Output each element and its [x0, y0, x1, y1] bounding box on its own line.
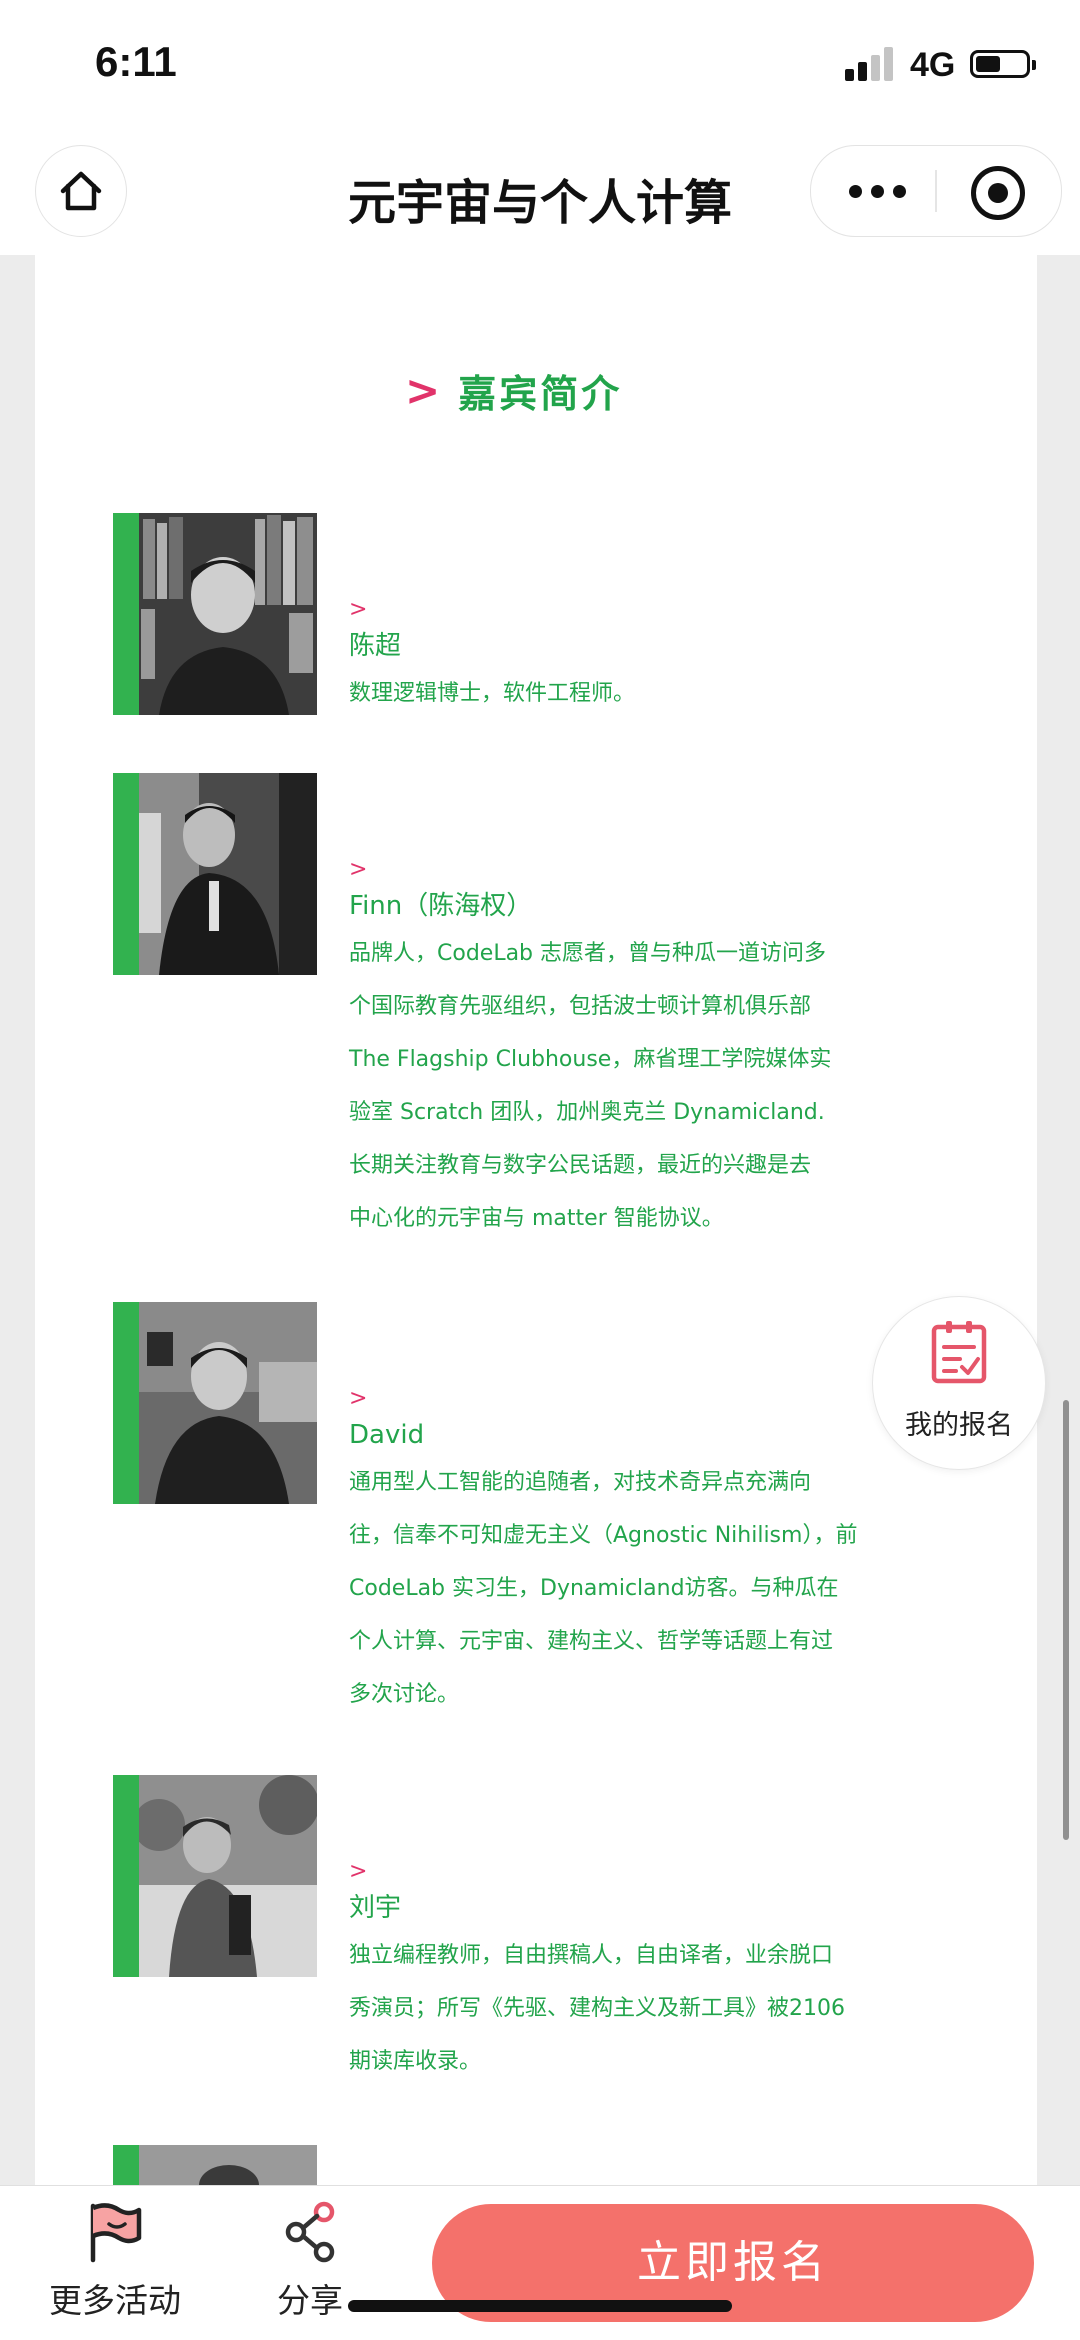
- heading-text: 嘉宾简介: [458, 372, 623, 416]
- guest-info: > 陈超 数理逻辑博士，软件工程师。: [349, 599, 989, 720]
- desc-line: 独立编程教师，自由撰稿人，自由译者，业余脱口: [349, 1943, 834, 1968]
- accent-bar: [113, 773, 139, 975]
- home-indicator: [348, 2300, 732, 2312]
- guest-arrow: >: [349, 597, 368, 622]
- accent-bar: [113, 2145, 139, 2185]
- guest-photo: [139, 1775, 317, 1977]
- status-time: 6:11: [95, 38, 177, 85]
- desc-line: 个人计算、元宇宙、建构主义、哲学等话题上有过: [349, 1629, 834, 1654]
- share-label: 分享: [277, 2281, 343, 2320]
- more-activities-label: 更多活动: [49, 2281, 181, 2320]
- guest-info: > 刘宇 独立编程教师，自由撰稿人，自由译者，业余脱口 秀演员；所写《先驱、建构…: [349, 1861, 989, 2088]
- battery-icon: [970, 50, 1036, 78]
- share-button[interactable]: 分享: [260, 2200, 360, 2322]
- section-heading: > 嘉宾简介: [405, 363, 622, 418]
- bottom-bar: 更多活动 分享 立即报名: [0, 2185, 1080, 2340]
- desc-line: 秀演员；所写《先驱、建构主义及新工具》被2106: [349, 1996, 845, 2021]
- clipboard-check-icon: [931, 1321, 987, 1384]
- guest-photo: [139, 2145, 317, 2185]
- guest-description: 通用型人工智能的追随者，对技术奇异点充满向 往，信奉不可知虚无主义（Agnost…: [349, 1456, 989, 1721]
- guest-photo: [139, 773, 317, 975]
- guest-photo: [139, 513, 317, 715]
- accent-bar: [113, 513, 139, 715]
- guest-arrow: >: [349, 857, 368, 882]
- desc-line: 数理逻辑博士，软件工程师。: [349, 681, 636, 706]
- desc-line: 期读库收录。: [349, 2049, 482, 2074]
- accent-bar: [113, 1302, 139, 1504]
- flag-icon: [90, 2203, 142, 2263]
- guest-name: 刘宇: [349, 1893, 402, 1923]
- more-options-button[interactable]: [849, 171, 929, 211]
- more-activities-button[interactable]: 更多活动: [40, 2200, 190, 2322]
- guest-info: > Finn（陈海权） 品牌人，CodeLab 志愿者，曾与种瓜一道访问多 个国…: [349, 859, 989, 1245]
- signal-icon: [845, 47, 897, 81]
- guest-description: 品牌人，CodeLab 志愿者，曾与种瓜一道访问多 个国际教育先驱组织，包括波士…: [349, 927, 989, 1245]
- accent-bar: [113, 1775, 139, 1977]
- desc-line: 长期关注教育与数字公民话题，最近的兴趣是去: [349, 1153, 812, 1178]
- close-miniprogram-button[interactable]: [971, 166, 1025, 220]
- desc-line: 个国际教育先驱组织，包括波士顿计算机俱乐部: [349, 994, 812, 1019]
- guest-name: Finn（陈海权）: [349, 891, 533, 921]
- guest-description: 独立编程教师，自由撰稿人，自由译者，业余脱口 秀演员；所写《先驱、建构主义及新工…: [349, 1929, 989, 2088]
- my-registration-button[interactable]: 我的报名: [872, 1296, 1046, 1470]
- desc-line: 往，信奉不可知虚无主义（Agnostic Nihilism），前: [349, 1523, 858, 1548]
- desc-line: 品牌人，CodeLab 志愿者，曾与种瓜一道访问多: [349, 941, 827, 966]
- content-card: > 嘉宾简介 > 陈超 数理逻辑博士，软件工程师。 > Finn（陈海权） 品牌…: [35, 255, 1037, 2185]
- capsule-divider: [935, 170, 937, 212]
- guest-photo: [139, 1302, 317, 1504]
- desc-line: 通用型人工智能的追随者，对技术奇异点充满向: [349, 1470, 812, 1495]
- desc-line: The Flagship Clubhouse，麻省理工学院媒体实: [349, 1047, 832, 1072]
- status-bar: 6:11 4G: [0, 0, 1080, 130]
- guest-description: 数理逻辑博士，软件工程师。: [349, 667, 989, 720]
- guest-name: 陈超: [349, 631, 402, 661]
- menu-capsule: [810, 145, 1062, 237]
- desc-line: 验室 Scratch 团队，加州奥克兰 Dynamicland.: [349, 1100, 825, 1125]
- scrollbar[interactable]: [1063, 1400, 1069, 1840]
- guest-arrow: >: [349, 1859, 368, 1884]
- heading-arrow: >: [405, 366, 441, 415]
- nav-bar: 元宇宙与个人计算: [0, 130, 1080, 255]
- desc-line: CodeLab 实习生，Dynamicland访客。与种瓜在: [349, 1576, 839, 1601]
- desc-line: 多次讨论。: [349, 1682, 460, 1707]
- desc-line: 中心化的元宇宙与 matter 智能协议。: [349, 1206, 724, 1231]
- share-icon: [285, 2201, 335, 2263]
- my-registration-label: 我的报名: [905, 1410, 1013, 1441]
- network-type: 4G: [910, 46, 956, 84]
